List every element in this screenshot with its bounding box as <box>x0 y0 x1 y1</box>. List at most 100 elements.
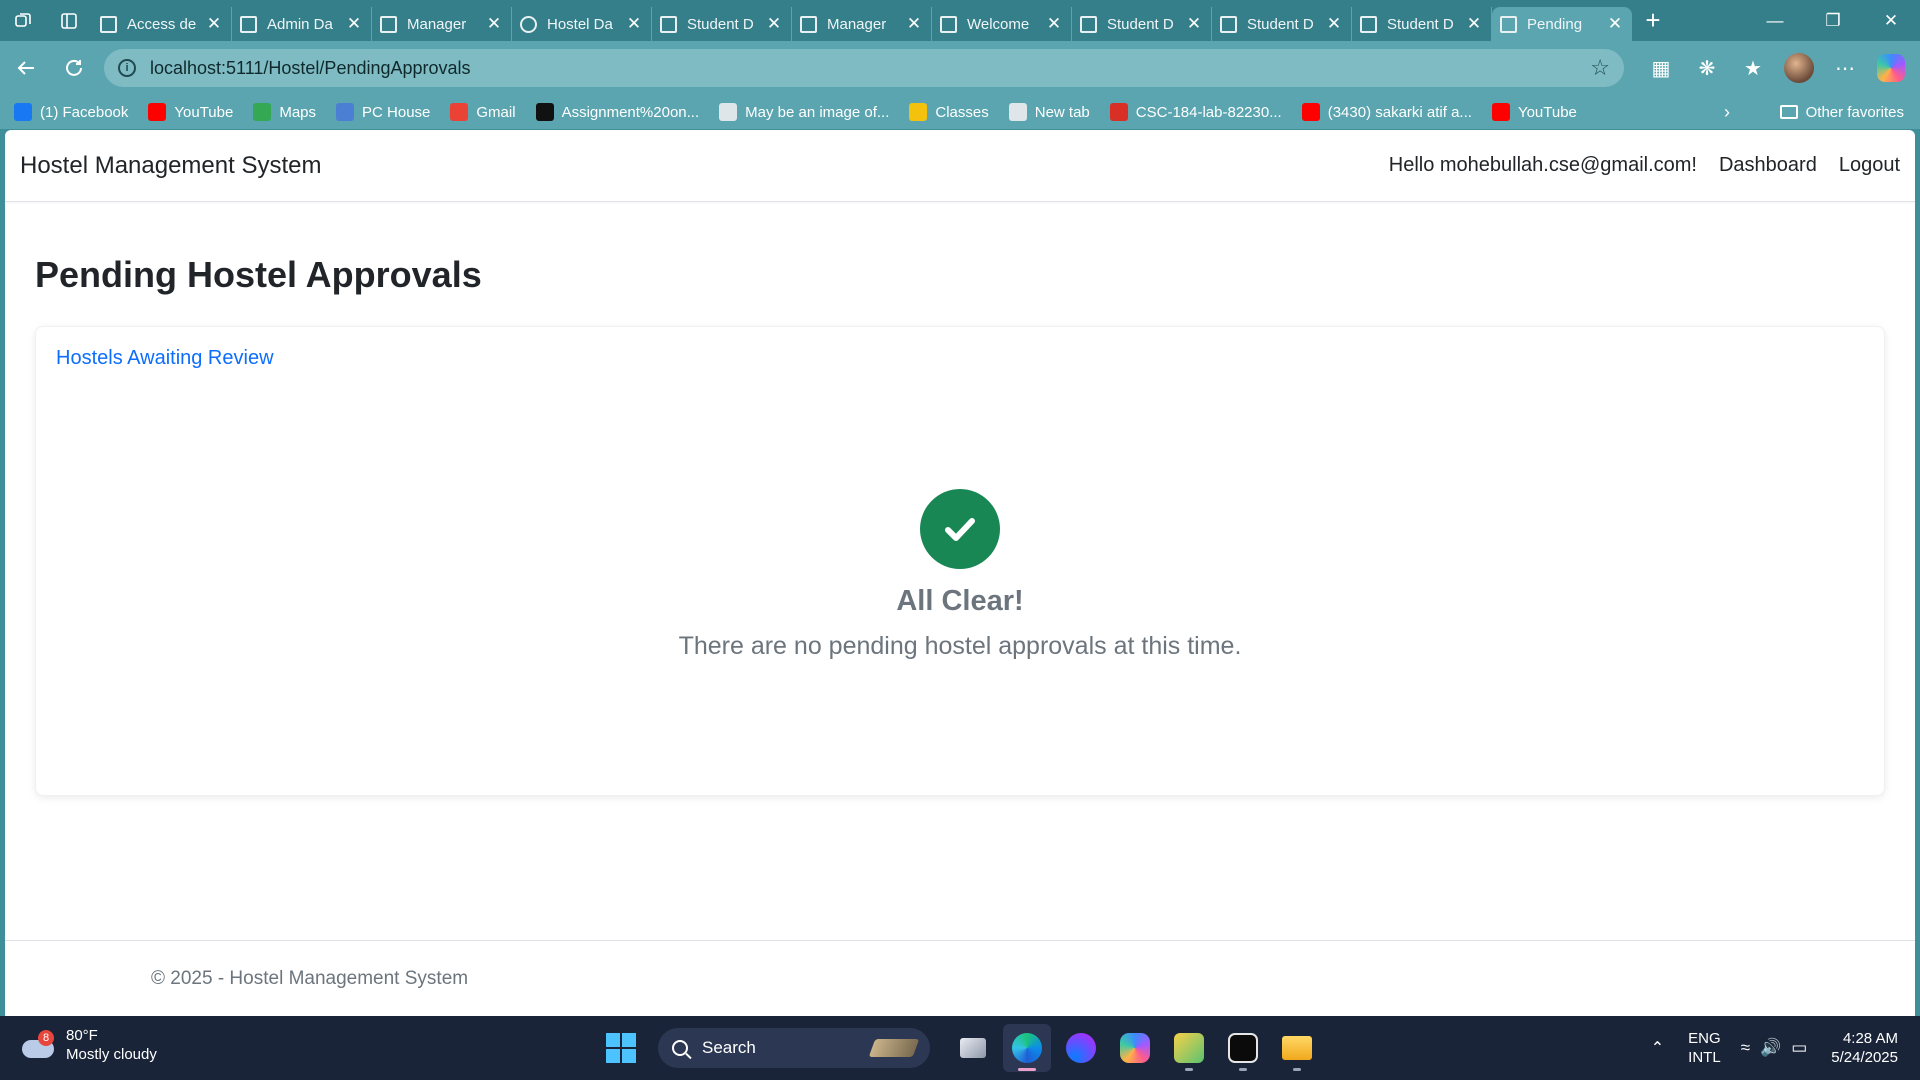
edge-browser-icon[interactable] <box>1003 1024 1051 1072</box>
copilot-app-icon[interactable] <box>1111 1024 1159 1072</box>
page-icon <box>1360 15 1377 33</box>
show-hidden-icons-chevron-icon[interactable]: ⌃ <box>1651 1038 1664 1058</box>
close-tab-icon[interactable]: ✕ <box>905 14 923 34</box>
tab-actions-icon[interactable] <box>46 0 92 41</box>
favorites-icon[interactable]: ★ <box>1730 48 1776 88</box>
bookmarks-overflow-chevron-icon[interactable]: › <box>1724 95 1730 129</box>
start-button-windows-icon[interactable] <box>606 1033 636 1063</box>
battery-icon[interactable]: ▭ <box>1791 1038 1807 1058</box>
bookmark-item[interactable]: Assignment%20on... <box>535 103 700 121</box>
bookmark-item[interactable]: (3430) sakarki atif a... <box>1301 103 1472 121</box>
bookmark-item[interactable]: Classes <box>909 103 989 121</box>
close-tab-icon[interactable]: ✕ <box>625 14 643 34</box>
bookmark-label: CSC-184-lab-82230... <box>1135 103 1282 121</box>
page-icon <box>100 15 117 33</box>
page-footer: © 2025 - Hostel Management System <box>5 940 1915 1016</box>
tab-title: Pending <box>1527 15 1583 33</box>
browser-tab[interactable]: Student D ✕ <box>1352 7 1492 41</box>
bookmark-label: (3430) sakarki atif a... <box>1327 103 1472 121</box>
tab-title: Student D <box>687 15 754 33</box>
bookmark-favicon-icon <box>535 103 554 121</box>
bookmark-label: Maps <box>279 103 317 121</box>
site-info-icon[interactable]: i <box>118 59 136 77</box>
browser-tab-bar: Access de ✕ Admin Da ✕ Manager ✕ Hostel Da ✕ Stu… <box>0 0 1920 41</box>
bookmark-item[interactable]: YouTube <box>148 103 233 121</box>
browser-tab[interactable]: Student D ✕ <box>1212 7 1352 41</box>
browser-tab[interactable]: Student D ✕ <box>1072 7 1212 41</box>
reload-button[interactable] <box>52 46 96 90</box>
more-menu-icon[interactable]: ⋯ <box>1822 48 1868 88</box>
other-favorites-label: Other favorites <box>1805 103 1904 121</box>
close-tab-icon[interactable]: ✕ <box>1045 14 1063 34</box>
tab-title: Hostel Da <box>547 15 613 33</box>
extensions-icon[interactable]: ❋ <box>1684 48 1730 88</box>
browser-tab[interactable]: Manager ✕ <box>792 7 932 41</box>
bookmark-item[interactable]: New tab <box>1008 103 1090 121</box>
profile-avatar[interactable] <box>1776 48 1822 88</box>
nav-logout-link[interactable]: Logout <box>1839 154 1900 177</box>
close-tab-icon[interactable]: ✕ <box>765 14 783 34</box>
other-favorites[interactable]: Other favorites <box>1779 95 1904 129</box>
bookmark-item[interactable]: PC House <box>336 103 430 121</box>
bookmark-item[interactable]: YouTube <box>1491 103 1577 121</box>
bookmark-favicon-icon <box>14 103 32 121</box>
volume-icon[interactable]: 🔊 <box>1760 1038 1781 1058</box>
browser-tab[interactable]: Access de ✕ <box>92 7 232 41</box>
browser-tab[interactable]: Welcome ✕ <box>932 7 1072 41</box>
bookmark-label: Assignment%20on... <box>561 103 700 121</box>
bookmark-item[interactable]: May be an image of... <box>719 103 889 121</box>
close-tab-icon[interactable]: ✕ <box>345 14 363 34</box>
wifi-icon[interactable]: ≈ <box>1741 1038 1750 1058</box>
sticky-notes-icon[interactable] <box>1165 1024 1213 1072</box>
weather-widget[interactable]: 8 80°F Mostly cloudy <box>20 1026 157 1064</box>
page-icon <box>1220 15 1237 33</box>
bookmark-item[interactable]: Gmail <box>450 103 516 121</box>
url-text[interactable]: localhost:5111/Hostel/PendingApprovals <box>150 58 1590 79</box>
bookmark-favicon-icon <box>909 103 928 121</box>
split-screen-icon[interactable]: ▦ <box>1638 48 1684 88</box>
card-header: Hostels Awaiting Review <box>56 347 274 369</box>
messenger-icon[interactable] <box>1057 1024 1105 1072</box>
bookmark-item[interactable]: Maps <box>253 103 316 121</box>
close-tab-icon[interactable]: ✕ <box>205 14 223 34</box>
restore-button[interactable]: ❐ <box>1804 0 1862 41</box>
close-tab-icon[interactable]: ✕ <box>485 14 503 34</box>
close-window-button[interactable]: ✕ <box>1862 0 1920 41</box>
browser-tab[interactable]: Manager ✕ <box>372 7 512 41</box>
address-bar[interactable]: i localhost:5111/Hostel/PendingApprovals… <box>104 49 1624 87</box>
tab-title: Manager <box>827 15 887 33</box>
bookmark-item[interactable]: CSC-184-lab-82230... <box>1109 103 1282 121</box>
copilot-icon[interactable] <box>1868 48 1914 88</box>
taskbar-clock[interactable]: 4:28 AM 5/24/2025 <box>1831 1029 1898 1067</box>
app-navbar: Hostel Management System Hello mohebulla… <box>5 130 1915 202</box>
brand-link[interactable]: Hostel Management System <box>20 152 321 180</box>
browser-tab[interactable]: Student D ✕ <box>652 7 792 41</box>
browser-tab[interactable]: Hostel Da ✕ <box>512 7 652 41</box>
check-circle-icon <box>920 489 1000 569</box>
bookmark-label: YouTube <box>1517 103 1577 121</box>
folder-icon <box>1779 105 1798 119</box>
close-tab-icon[interactable]: ✕ <box>1325 14 1343 34</box>
favorite-star-icon[interactable]: ☆ <box>1590 55 1610 81</box>
language-indicator[interactable]: ENG INTL <box>1688 1029 1721 1067</box>
taskbar-search[interactable]: Search <box>658 1028 930 1068</box>
cloudy-weather-icon: 8 <box>20 1030 56 1060</box>
close-tab-icon[interactable]: ✕ <box>1606 14 1624 34</box>
workspaces-icon[interactable] <box>0 0 46 41</box>
back-button[interactable] <box>4 46 48 90</box>
new-tab-button[interactable]: + <box>1632 0 1674 41</box>
task-view-icon[interactable] <box>949 1024 997 1072</box>
web-page: Hostel Management System Hello mohebulla… <box>5 130 1915 1016</box>
bookmark-item[interactable]: (1) Facebook <box>14 103 128 121</box>
file-explorer-icon[interactable] <box>1273 1024 1321 1072</box>
nav-dashboard-link[interactable]: Dashboard <box>1719 154 1817 177</box>
weather-temperature: 80°F <box>66 1027 98 1044</box>
minimize-button[interactable]: — <box>1746 0 1804 41</box>
close-tab-icon[interactable]: ✕ <box>1185 14 1203 34</box>
close-tab-icon[interactable]: ✕ <box>1465 14 1483 34</box>
user-greeting[interactable]: Hello mohebullah.cse@gmail.com! <box>1389 154 1697 177</box>
browser-tab[interactable]: Pending ✕ <box>1492 7 1632 41</box>
tab-title: Admin Da <box>267 15 333 33</box>
browser-tab[interactable]: Admin Da ✕ <box>232 7 372 41</box>
terminal-app-icon[interactable] <box>1219 1024 1267 1072</box>
